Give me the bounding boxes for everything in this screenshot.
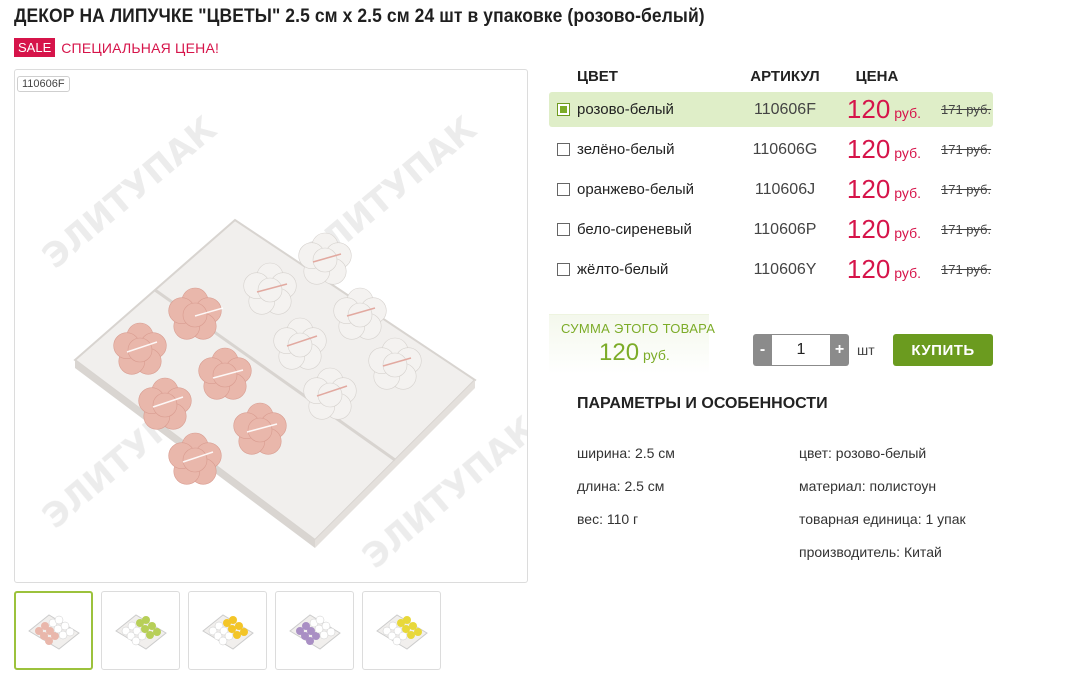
variant-name: жёлто-белый xyxy=(577,261,669,278)
variant-checkbox[interactable] xyxy=(557,223,570,236)
price-currency: руб. xyxy=(894,105,921,121)
param-unit: товарная единица: 1 упак xyxy=(799,511,966,527)
quantity-decrease-button[interactable]: - xyxy=(753,334,772,366)
thumbnail-image xyxy=(201,613,254,650)
quantity-unit: шт xyxy=(857,342,875,358)
sum-value: 120 руб. xyxy=(599,339,670,367)
variant-sku: 110606P xyxy=(753,220,817,238)
thumbnail-yellow-white[interactable] xyxy=(362,591,441,670)
sum-amount: 120 xyxy=(599,339,640,366)
price-value: 120 xyxy=(846,134,891,164)
price-value: 120 xyxy=(846,174,891,204)
price-value: 120 xyxy=(846,214,891,244)
variant-checkbox[interactable] xyxy=(557,143,570,156)
product-title: ДЕКОР НА ЛИПУЧКЕ "ЦВЕТЫ" 2.5 см х 2.5 см… xyxy=(14,6,705,27)
thumbnail-image xyxy=(288,613,341,650)
variant-row[interactable]: оранжево-белый 110606J 120 руб. 171 руб. xyxy=(549,172,993,207)
watermark: ЭЛИТУПАК xyxy=(35,109,225,277)
thumbnail-strip xyxy=(14,591,441,670)
main-product-image[interactable]: 110606F ЭЛИТУПАК ЭЛИТУПАК ЭЛИТУПАК ЭЛИТУ… xyxy=(14,69,528,583)
price-currency: руб. xyxy=(894,265,921,281)
variant-price: 120 руб. xyxy=(837,94,927,125)
variant-price: 120 руб. xyxy=(837,254,927,285)
variant-old-price: 171 руб. xyxy=(941,262,992,277)
sale-badge: SALE xyxy=(14,38,56,57)
param-length: длина: 2.5 см xyxy=(577,478,665,494)
price-value: 120 xyxy=(846,254,891,284)
variants-header: ЦВЕТ АРТИКУЛ ЦЕНА xyxy=(549,60,993,92)
price-currency: руб. xyxy=(894,185,921,201)
header-price: ЦЕНА xyxy=(855,67,899,85)
variant-name: розово-белый xyxy=(577,101,674,118)
variant-old-price: 171 руб. xyxy=(941,102,992,117)
variant-old-price: 171 руб. xyxy=(941,182,992,197)
thumbnail-image xyxy=(114,613,167,650)
variant-sku: 110606Y xyxy=(753,260,817,278)
param-manufacturer: производитель: Китай xyxy=(799,544,942,560)
price-currency: руб. xyxy=(894,225,921,241)
sum-label: СУММА ЭТОГО ТОВАРА xyxy=(561,321,716,336)
header-sku: АРТИКУЛ xyxy=(750,67,820,85)
quantity-input[interactable]: 1 xyxy=(772,334,830,366)
thumbnail-white-lilac[interactable] xyxy=(275,591,354,670)
param-weight: вес: 110 г xyxy=(577,511,639,527)
sum-currency: руб. xyxy=(643,347,670,363)
param-color: цвет: розово-белый xyxy=(799,445,927,461)
variant-sku: 110606F xyxy=(754,100,816,118)
variant-row[interactable]: бело-сиреневый 110606P 120 руб. 171 руб. xyxy=(549,212,993,247)
param-material: материал: полистоун xyxy=(799,478,937,494)
item-sum-box: СУММА ЭТОГО ТОВАРА 120 руб. xyxy=(549,314,715,374)
variant-sku: 110606G xyxy=(752,140,818,158)
variant-checkbox[interactable] xyxy=(557,103,570,116)
variant-checkbox[interactable] xyxy=(557,263,570,276)
variant-name: оранжево-белый xyxy=(577,181,695,198)
price-value: 120 xyxy=(846,94,891,124)
variant-old-price: 171 руб. xyxy=(941,142,992,157)
price-currency: руб. xyxy=(894,145,921,161)
sale-row: SALE СПЕЦИАЛЬНАЯ ЦЕНА! xyxy=(14,38,219,57)
variant-price: 120 руб. xyxy=(837,134,927,165)
special-price-label: СПЕЦИАЛЬНАЯ ЦЕНА! xyxy=(61,39,220,56)
variant-sku: 110606J xyxy=(754,180,816,198)
variant-row[interactable]: жёлто-белый 110606Y 120 руб. 171 руб. xyxy=(549,252,993,287)
variant-name: зелёно-белый xyxy=(577,141,675,158)
variant-row[interactable]: зелёно-белый 110606G 120 руб. 171 руб. xyxy=(549,132,993,167)
thumbnail-orange-white[interactable] xyxy=(188,591,267,670)
variant-price: 120 руб. xyxy=(837,214,927,245)
thumbnail-pink-white[interactable] xyxy=(14,591,93,670)
header-color: ЦВЕТ xyxy=(577,67,618,85)
variants-table: ЦВЕТ АРТИКУЛ ЦЕНА розово-белый 110606F 1… xyxy=(549,60,993,292)
buy-button[interactable]: КУПИТЬ xyxy=(893,334,993,366)
params-title: ПАРАМЕТРЫ И ОСОБЕННОСТИ xyxy=(577,395,828,412)
variant-row[interactable]: розово-белый 110606F 120 руб. 171 руб. xyxy=(549,92,993,127)
thumbnail-image xyxy=(27,613,80,650)
thumbnail-image xyxy=(375,613,428,650)
quantity-increase-button[interactable]: + xyxy=(830,334,849,366)
thumbnail-green-white[interactable] xyxy=(101,591,180,670)
quantity-stepper: - 1 + шт xyxy=(753,334,875,366)
variant-old-price: 171 руб. xyxy=(941,222,992,237)
image-sku-tag: 110606F xyxy=(17,76,70,92)
variant-price: 120 руб. xyxy=(837,174,927,205)
param-width: ширина: 2.5 см xyxy=(577,445,675,461)
variant-name: бело-сиреневый xyxy=(577,221,692,238)
variant-checkbox[interactable] xyxy=(557,183,570,196)
product-photo: ЭЛИТУПАК ЭЛИТУПАК ЭЛИТУПАК ЭЛИТУПАК xyxy=(35,109,527,577)
